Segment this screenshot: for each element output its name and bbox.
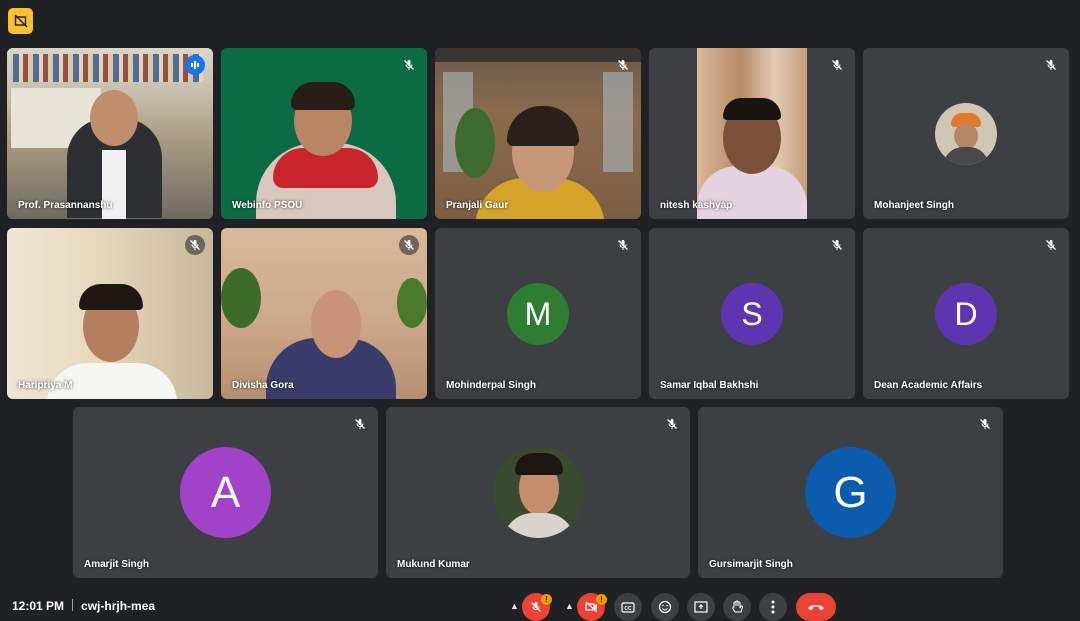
avatar-initial: G bbox=[833, 467, 868, 517]
participant-tile[interactable]: S Samar Iqbal Bakhshi bbox=[649, 228, 855, 399]
participant-name: Mukund Kumar bbox=[397, 559, 470, 570]
participant-letter-avatar: A bbox=[180, 447, 271, 538]
mic-off-icon bbox=[615, 237, 631, 253]
participant-name: Mohinderpal Singh bbox=[446, 380, 536, 391]
participant-name: Mohanjeet Singh bbox=[874, 200, 954, 211]
participant-letter-avatar: G bbox=[805, 447, 896, 538]
svg-text:CC: CC bbox=[624, 606, 632, 612]
participant-tile[interactable]: Prof. Prasannanshu bbox=[7, 48, 213, 219]
participant-name: Samar Iqbal Bakhshi bbox=[660, 380, 759, 391]
participant-letter-avatar: S bbox=[721, 283, 783, 345]
speaking-indicator-icon bbox=[185, 55, 205, 75]
participant-video bbox=[7, 48, 213, 219]
participant-video bbox=[649, 48, 855, 219]
camera-off-icon bbox=[584, 601, 597, 613]
participant-name: Prof. Prasannanshu bbox=[18, 200, 113, 211]
mic-off-icon bbox=[399, 235, 419, 255]
participant-name: Divisha Gora bbox=[232, 380, 294, 391]
mic-off-icon bbox=[1043, 237, 1059, 253]
raise-hand-icon bbox=[732, 600, 743, 613]
participant-video bbox=[221, 228, 427, 399]
meeting-code[interactable]: cwj-hrjh-mea bbox=[81, 599, 155, 613]
participant-name: Gursimarjit Singh bbox=[709, 559, 793, 570]
mic-off-icon bbox=[401, 57, 417, 73]
participant-tile[interactable]: Haripriya M bbox=[7, 228, 213, 399]
participant-name: Amarjit Singh bbox=[84, 559, 150, 570]
mic-options-chevron-icon[interactable]: ▲ bbox=[510, 601, 519, 611]
mic-off-icon bbox=[615, 57, 631, 73]
end-call-icon bbox=[808, 605, 824, 610]
emoji-icon bbox=[658, 600, 672, 614]
participant-tile[interactable]: D Dean Academic Affairs bbox=[863, 228, 1069, 399]
participant-name: nitesh kashyap bbox=[660, 200, 733, 211]
participant-video bbox=[7, 228, 213, 399]
participant-tile[interactable]: Pranjali Gaur bbox=[435, 48, 641, 219]
captions-icon: CC bbox=[621, 601, 635, 613]
participant-video bbox=[435, 48, 641, 219]
leave-call-button[interactable] bbox=[796, 593, 836, 621]
avatar-initial: A bbox=[210, 467, 241, 517]
more-options-button[interactable] bbox=[759, 593, 787, 621]
present-button[interactable] bbox=[687, 593, 715, 621]
presentation-badge-icon[interactable] bbox=[8, 8, 33, 34]
reactions-button[interactable] bbox=[651, 593, 679, 621]
participant-name: Haripriya M bbox=[18, 380, 73, 391]
present-screen-icon bbox=[694, 601, 708, 613]
participant-tile[interactable]: Mohanjeet Singh bbox=[863, 48, 1069, 219]
participant-video bbox=[221, 48, 427, 219]
more-options-icon bbox=[771, 600, 775, 614]
participant-tile[interactable]: Divisha Gora bbox=[221, 228, 427, 399]
avatar-initial: D bbox=[954, 295, 978, 332]
participant-tile[interactable]: A Amarjit Singh bbox=[73, 407, 378, 578]
camera-warning-badge: ! bbox=[596, 594, 607, 605]
mic-off-icon bbox=[829, 237, 845, 253]
mic-off-icon bbox=[352, 416, 368, 432]
participant-photo-avatar bbox=[935, 103, 997, 165]
mic-warning-badge: ! bbox=[541, 594, 552, 605]
mic-off-icon bbox=[185, 235, 205, 255]
meeting-info: 12:01 PM cwj-hrjh-mea bbox=[12, 599, 155, 613]
mic-off-icon bbox=[531, 602, 541, 612]
participant-letter-avatar: D bbox=[935, 283, 997, 345]
participant-tile[interactable]: M Mohinderpal Singh bbox=[435, 228, 641, 399]
captions-button[interactable]: CC bbox=[614, 593, 642, 621]
mic-off-icon bbox=[664, 416, 680, 432]
mic-off-icon bbox=[829, 57, 845, 73]
avatar-initial: S bbox=[741, 295, 763, 332]
mic-off-icon bbox=[1043, 57, 1059, 73]
participant-name: Pranjali Gaur bbox=[446, 200, 509, 211]
participant-name: Webinfo PSOU bbox=[232, 200, 303, 211]
raise-hand-button[interactable] bbox=[723, 593, 751, 621]
participant-name: Dean Academic Affairs bbox=[874, 380, 983, 391]
divider bbox=[72, 599, 74, 611]
camera-options-chevron-icon[interactable]: ▲ bbox=[565, 601, 574, 611]
participant-letter-avatar: M bbox=[507, 283, 569, 345]
participant-photo-avatar bbox=[493, 447, 584, 538]
avatar-initial: M bbox=[524, 295, 552, 332]
clock-time: 12:01 PM bbox=[12, 599, 65, 613]
participant-tile[interactable]: Mukund Kumar bbox=[386, 407, 690, 578]
participant-tile[interactable]: Webinfo PSOU bbox=[221, 48, 427, 219]
participant-tile[interactable]: G Gursimarjit Singh bbox=[698, 407, 1003, 578]
mic-off-icon bbox=[977, 416, 993, 432]
participant-tile[interactable]: nitesh kashyap bbox=[649, 48, 855, 219]
